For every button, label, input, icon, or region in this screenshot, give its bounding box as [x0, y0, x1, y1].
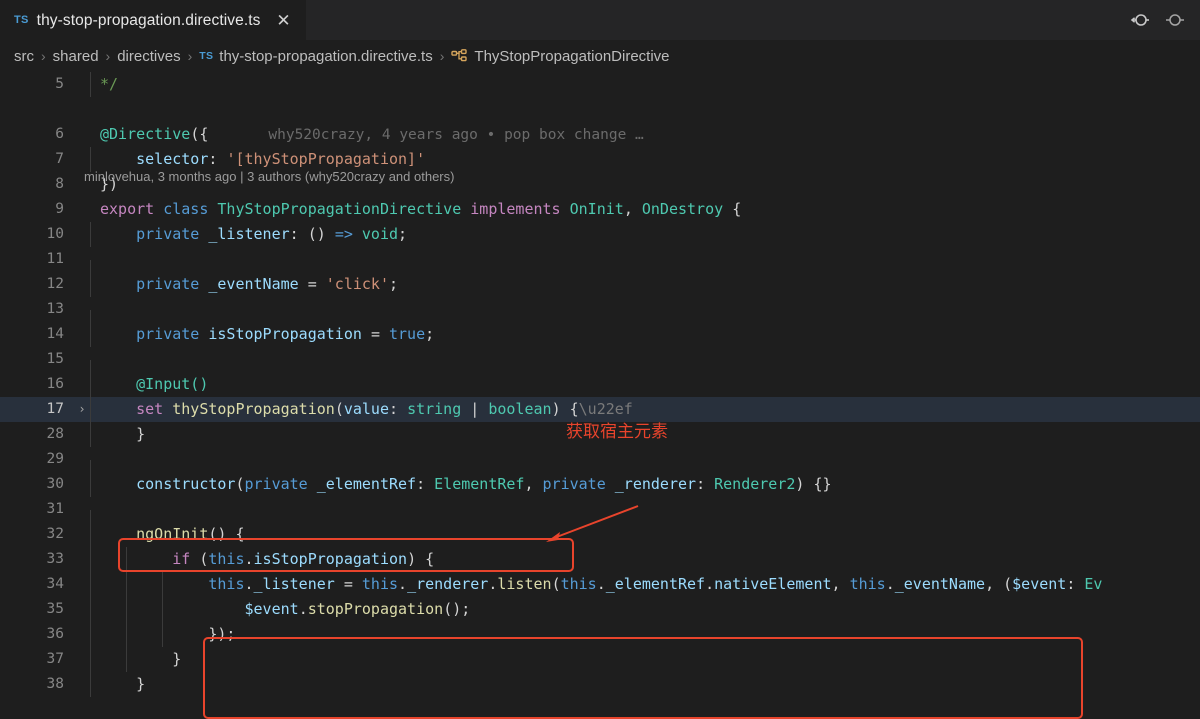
git-blame-annotation: minlovehua, 3 months ago | 3 authors (wh… — [84, 169, 455, 184]
line-number: 10 — [46, 226, 64, 242]
vscode-window: TS thy-stop-propagation.directive.ts ✕ s… — [0, 0, 1200, 719]
line-number: 29 — [46, 451, 64, 467]
line-number: 6 — [55, 126, 64, 142]
editor-tab-bar: TS thy-stop-propagation.directive.ts ✕ — [0, 0, 1200, 40]
code-text: private _listener: () => void; — [90, 222, 1200, 247]
code-text: this._listener = this._renderer.listen(t… — [90, 572, 1200, 597]
tab-title: thy-stop-propagation.directive.ts — [36, 11, 261, 29]
breadcrumb-label: ThyStopPropagationDirective — [474, 47, 670, 65]
code-text: ngOnInit() { — [90, 522, 1200, 547]
line-number: 14 — [46, 326, 64, 342]
code-line[interactable]: 15 — [0, 347, 1200, 385]
breadcrumb-item-directives[interactable]: directives — [117, 48, 180, 65]
chevron-right-icon[interactable]: › — [74, 397, 90, 422]
line-number: 8 — [55, 176, 64, 192]
code-line[interactable]: 12 private _eventName = 'click'; — [0, 272, 1200, 297]
code-text: } — [90, 672, 1200, 697]
code-line[interactable]: 35 $event.stopPropagation(); — [0, 597, 1200, 622]
code-line[interactable]: 6 @Directive({why520crazy, 4 years ago •… — [0, 122, 1200, 147]
line-number: 28 — [46, 426, 64, 442]
code-line[interactable]: 32 ngOnInit() { — [0, 522, 1200, 547]
code-line[interactable]: 16 @Input() — [0, 372, 1200, 397]
code-text: }); — [90, 622, 1200, 647]
editor-actions — [1126, 0, 1192, 40]
line-number: 37 — [46, 651, 64, 667]
breadcrumb-item-file[interactable]: TS thy-stop-propagation.directive.ts — [199, 48, 432, 65]
breadcrumb-item-src[interactable]: src — [14, 48, 34, 65]
code-line[interactable]: 13 — [0, 297, 1200, 335]
git-blame-row — [0, 97, 1200, 122]
breadcrumb-item-shared[interactable]: shared — [53, 48, 99, 65]
breadcrumb-label: src — [14, 47, 34, 65]
breadcrumb-separator-icon: › — [41, 48, 46, 64]
code-line[interactable]: 33 if (this.isStopPropagation) { — [0, 547, 1200, 572]
split-editor-left-icon[interactable] — [1126, 8, 1152, 32]
line-number: 7 — [55, 151, 64, 167]
code-line[interactable]: 34 this._listener = this._renderer.liste… — [0, 572, 1200, 597]
breadcrumb-label: shared — [52, 47, 99, 65]
line-number: 36 — [46, 626, 64, 642]
code-line[interactable]: 31 — [0, 497, 1200, 535]
code-text: @Directive({why520crazy, 4 years ago • p… — [100, 124, 644, 143]
code-line[interactable]: 10 private _listener: () => void; — [0, 222, 1200, 247]
code-line[interactable]: 29 — [0, 447, 1200, 485]
line-number: 15 — [46, 351, 64, 367]
line-number: 31 — [46, 501, 64, 517]
breadcrumb-label: directives — [117, 47, 181, 65]
line-number: 12 — [46, 276, 64, 292]
code-line[interactable]: 11 — [0, 247, 1200, 285]
line-number: 33 — [46, 551, 64, 567]
ts-file-icon: TS — [14, 14, 29, 26]
line-number: 17 — [46, 401, 64, 417]
line-number: 30 — [46, 476, 64, 492]
code-line[interactable]: 38 } — [0, 672, 1200, 697]
symbol-class-icon — [451, 48, 468, 66]
line-number: 9 — [55, 201, 64, 217]
split-editor-icon[interactable] — [1162, 8, 1188, 32]
line-number: 16 — [46, 376, 64, 392]
code-line[interactable]: 9 export class ThyStopPropagationDirecti… — [0, 197, 1200, 222]
breadcrumb-label: thy-stop-propagation.directive.ts — [219, 47, 433, 65]
code-line[interactable]: 5 */ — [0, 72, 1200, 97]
line-number: 34 — [46, 576, 64, 592]
line-number: 5 — [55, 76, 64, 92]
code-text: */ — [90, 72, 1200, 97]
inline-blame-annotation: why520crazy, 4 years ago • pop box chang… — [268, 126, 644, 143]
breadcrumb-separator-icon: › — [187, 48, 193, 64]
code-line[interactable]: 30 constructor(private _elementRef: Elem… — [0, 472, 1200, 497]
code-line[interactable]: 36 }); — [0, 622, 1200, 647]
close-icon[interactable]: ✕ — [275, 12, 293, 29]
breadcrumb-item-symbol[interactable]: ThyStopPropagationDirective — [451, 47, 670, 66]
code-lines: 5 */ 6 @Directive({why520crazy, 4 years … — [0, 72, 1200, 697]
code-text: if (this.isStopPropagation) { — [90, 547, 1200, 572]
code-text: constructor(private _elementRef: Element… — [90, 472, 1200, 497]
code-text: } — [90, 647, 1200, 672]
code-line[interactable]: 37 } — [0, 647, 1200, 672]
code-text: export class ThyStopPropagationDirective… — [100, 200, 742, 218]
line-number: 35 — [46, 601, 64, 617]
watermark: 知乎 @PingCode研发 — [624, 709, 989, 719]
tab-bar-empty-space — [305, 0, 1200, 40]
code-text: $event.stopPropagation(); — [90, 597, 1200, 622]
code-line[interactable]: 14 private isStopPropagation = true; — [0, 322, 1200, 347]
annotation-label-host-element: 获取宿主元素 — [566, 422, 668, 441]
ts-file-icon: TS — [199, 50, 214, 62]
line-number: 38 — [46, 676, 64, 692]
line-number: 13 — [46, 301, 64, 317]
code-text: private _eventName = 'click'; — [90, 272, 1200, 297]
line-number: 32 — [46, 526, 64, 542]
breadcrumb-separator-icon: › — [439, 48, 445, 64]
code-text: @Input() — [90, 372, 1200, 397]
editor-tab-active[interactable]: TS thy-stop-propagation.directive.ts ✕ — [0, 0, 306, 40]
line-number: 11 — [46, 251, 64, 267]
breadcrumb: src › shared › directives › TS thy-stop-… — [0, 40, 1200, 72]
breadcrumb-separator-icon: › — [105, 48, 111, 64]
code-editor[interactable]: 5 */ 6 @Directive({why520crazy, 4 years … — [0, 72, 1200, 719]
code-text: private isStopPropagation = true; — [90, 322, 1200, 347]
